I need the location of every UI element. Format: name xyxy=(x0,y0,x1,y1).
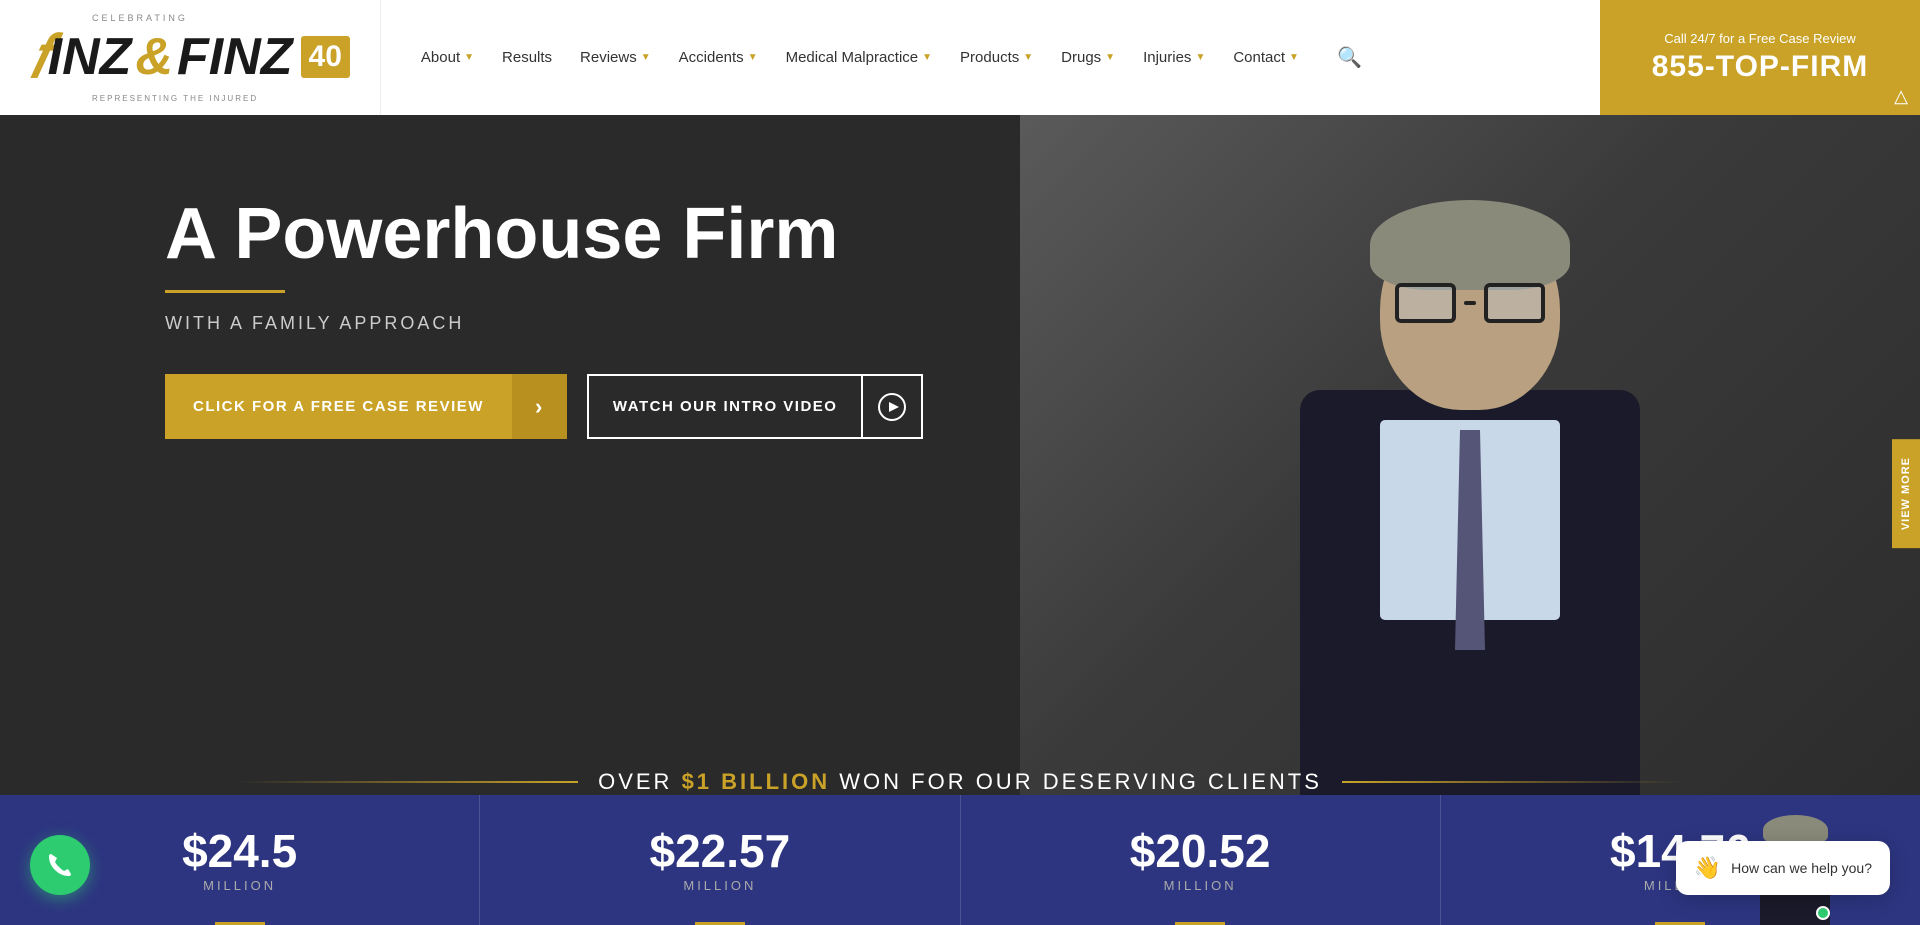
hero-content: A Powerhouse Firm With A Family Approach… xyxy=(165,195,923,439)
logo-wrapper: Celebrating 𝑓 INZ & FINZ 40 Representing… xyxy=(30,13,350,103)
video-button-label: Watch Our Intro Video xyxy=(589,398,862,415)
cta-phone-number[interactable]: 855-TOP-FIRM xyxy=(1652,50,1868,84)
hero-subtitle: With A Family Approach xyxy=(165,313,923,334)
logo-main-row: 𝑓 INZ & FINZ 40 xyxy=(30,23,350,92)
stat-amount-3: $20.52 xyxy=(1130,828,1271,874)
stat-amount-2: $22.57 xyxy=(650,828,791,874)
nav-item-injuries[interactable]: Injuries ▼ xyxy=(1143,49,1205,66)
logo-initial: 𝑓 xyxy=(30,23,49,92)
nav-item-contact[interactable]: Contact ▼ xyxy=(1233,49,1299,66)
chevron-down-icon: ▼ xyxy=(1289,52,1299,63)
nav-item-products[interactable]: Products ▼ xyxy=(960,49,1033,66)
stat-label-3: Million xyxy=(1164,878,1237,893)
person-head xyxy=(1380,210,1560,410)
nav-item-about[interactable]: About ▼ xyxy=(421,49,474,66)
stat-label-1: Million xyxy=(203,878,276,893)
watch-video-button[interactable]: Watch Our Intro Video xyxy=(587,374,924,439)
chevron-up-icon: △ xyxy=(1894,86,1908,107)
billion-amount: $1 Billion xyxy=(682,769,831,794)
person-glasses xyxy=(1395,280,1545,325)
logo-ampersand: & xyxy=(135,27,173,87)
free-case-review-button[interactable]: Click For A Free Case Review › xyxy=(165,374,567,439)
stat-cards: $24.5 Million $22.57 Million $20.52 Mill… xyxy=(0,795,1920,925)
chevron-down-icon: ▼ xyxy=(641,52,651,63)
chat-message: How can we help you? xyxy=(1731,860,1872,876)
logo-tagline: Representing The Injured xyxy=(92,94,258,103)
cta-arrow-icon: › xyxy=(512,374,567,439)
glasses-bridge xyxy=(1464,301,1476,305)
search-icon[interactable]: 🔍 xyxy=(1337,45,1362,70)
hero-title: A Powerhouse Firm xyxy=(165,195,923,274)
logo-celebrating: Celebrating xyxy=(92,13,188,23)
chat-emoji-icon: 👋 xyxy=(1694,855,1721,881)
chevron-down-icon: ▼ xyxy=(748,52,758,63)
hero-section: A Powerhouse Firm With A Family Approach… xyxy=(0,115,1920,925)
chevron-down-icon: ▼ xyxy=(922,52,932,63)
online-status-dot xyxy=(1816,906,1830,920)
billion-banner: Over $1 Billion Won For Our Deserving Cl… xyxy=(0,769,1920,795)
billion-line-right xyxy=(1342,781,1682,783)
hero-divider xyxy=(165,290,285,293)
nav-item-accidents[interactable]: Accidents ▼ xyxy=(679,49,758,66)
header-cta-box[interactable]: Call 24/7 for a Free Case Review 855-TOP… xyxy=(1600,0,1920,115)
chat-widget[interactable]: 👋 How can we help you? xyxy=(1676,841,1890,895)
billion-pre: Over xyxy=(598,769,672,794)
phone-fab-button[interactable] xyxy=(30,835,90,895)
stat-label-2: Million xyxy=(683,878,756,893)
chevron-down-icon: ▼ xyxy=(464,52,474,63)
billion-text: Over $1 Billion Won For Our Deserving Cl… xyxy=(598,769,1322,795)
hero-buttons: Click For A Free Case Review › Watch Our… xyxy=(165,374,923,439)
logo-finz2-text: FINZ xyxy=(177,31,293,83)
nav-item-medical-malpractice[interactable]: Medical Malpractice ▼ xyxy=(786,49,932,66)
cta-call-label: Call 24/7 for a Free Case Review xyxy=(1664,31,1855,46)
logo-finz-text: INZ xyxy=(48,31,132,83)
billion-line-left xyxy=(238,781,578,783)
stat-card-2[interactable]: $22.57 Million xyxy=(480,795,960,925)
glasses-left xyxy=(1395,283,1456,323)
nav-item-results[interactable]: Results xyxy=(502,49,552,66)
nav-item-reviews[interactable]: Reviews ▼ xyxy=(580,49,651,66)
stat-card-3[interactable]: $20.52 Million xyxy=(961,795,1441,925)
nav-item-drugs[interactable]: Drugs ▼ xyxy=(1061,49,1115,66)
chevron-down-icon: ▼ xyxy=(1195,52,1205,63)
chevron-down-icon: ▼ xyxy=(1023,52,1033,63)
stat-amount-1: $24.5 xyxy=(182,828,297,874)
main-navigation: About ▼ Results Reviews ▼ Accidents ▼ Me… xyxy=(381,45,1600,70)
person-hair xyxy=(1370,200,1570,290)
billion-post: Won For Our Deserving Clients xyxy=(839,769,1322,794)
glasses-right xyxy=(1484,283,1545,323)
site-header: Celebrating 𝑓 INZ & FINZ 40 Representing… xyxy=(0,0,1920,115)
chevron-down-icon: ▼ xyxy=(1105,52,1115,63)
logo-anniversary-badge: 40 xyxy=(301,36,350,78)
cta-button-label: Click For A Free Case Review xyxy=(165,398,512,415)
play-icon xyxy=(861,374,921,439)
logo-area[interactable]: Celebrating 𝑓 INZ & FINZ 40 Representing… xyxy=(0,0,381,115)
side-cta-button[interactable]: VIEW MORE xyxy=(1892,439,1920,548)
